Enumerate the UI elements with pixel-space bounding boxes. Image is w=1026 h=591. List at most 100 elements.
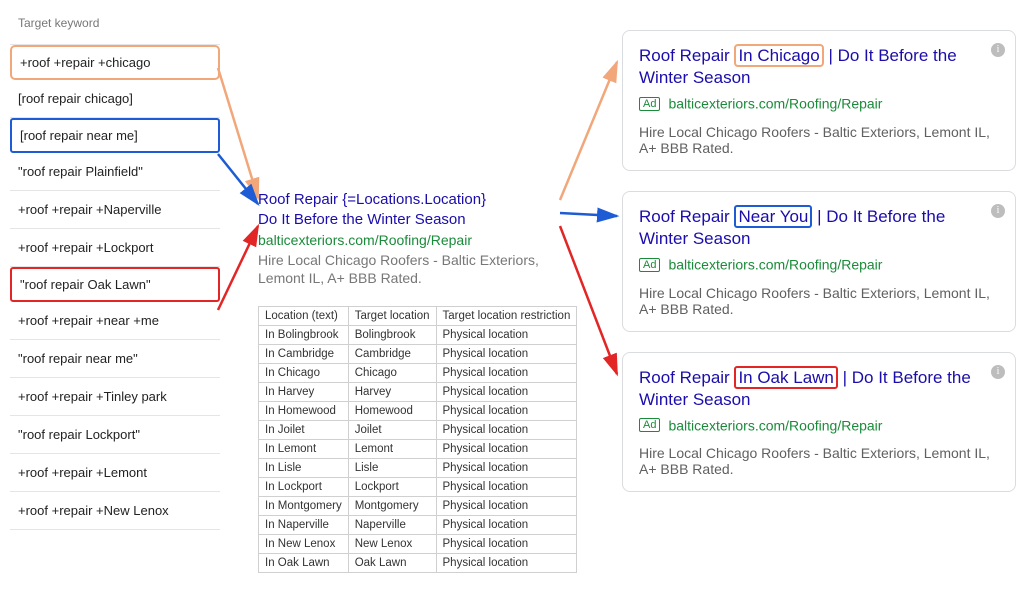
table-header: Target location restriction [436,306,577,325]
keyword-item[interactable]: +roof +repair +Tinley park [10,378,220,416]
info-icon[interactable]: i [991,365,1005,379]
ad-meta: Ad balticexteriors.com/Roofing/Repair [639,256,999,273]
ad-template: Roof Repair {=Locations.Location} Do It … [258,190,558,288]
table-row: In NapervilleNapervillePhysical location [259,515,577,534]
info-icon[interactable]: i [991,43,1005,57]
keyword-list: +roof +repair +chicago[roof repair chica… [10,44,220,530]
arrow-blue-left [218,154,258,204]
ad-badge: Ad [639,258,660,272]
table-cell: In Oak Lawn [259,553,349,572]
table-cell: Chicago [348,363,436,382]
ad-template-title2: Do It Before the Winter Season [258,210,558,230]
table-cell: Lemont [348,439,436,458]
table-cell: Physical location [436,325,577,344]
keyword-header: Target keyword [10,10,220,44]
table-row: In MontgomeryMontgomeryPhysical location [259,496,577,515]
table-cell: Cambridge [348,344,436,363]
ad-title[interactable]: Roof Repair Near You | Do It Before the … [639,206,999,250]
keyword-item[interactable]: [roof repair chicago] [10,80,220,118]
table-header: Target location [348,306,436,325]
ad-title-highlight: In Chicago [734,44,823,67]
ad-description: Hire Local Chicago Roofers - Baltic Exte… [639,124,999,156]
table-row: In Oak LawnOak LawnPhysical location [259,553,577,572]
table-header: Location (text) [259,306,349,325]
keyword-item[interactable]: +roof +repair +chicago [10,45,220,80]
location-table: Location (text)Target locationTarget loc… [258,306,577,573]
table-cell: In Harvey [259,382,349,401]
info-icon[interactable]: i [991,204,1005,218]
table-cell: Lockport [348,477,436,496]
table-cell: In Lockport [259,477,349,496]
ad-title[interactable]: Roof Repair In Chicago | Do It Before th… [639,45,999,89]
ad-badge: Ad [639,418,660,432]
arrow-blue-right [560,213,617,216]
ad-badge: Ad [639,97,660,111]
keyword-item[interactable]: +roof +repair +near +me [10,302,220,340]
table-cell: In Lisle [259,458,349,477]
ad-display-url[interactable]: balticexteriors.com/Roofing/Repair [668,417,882,433]
arrow-orange-left [218,68,258,198]
ad-meta: Ad balticexteriors.com/Roofing/Repair [639,95,999,112]
ad-template-title1: Roof Repair {=Locations.Location} [258,190,558,210]
table-row: In JoiletJoiletPhysical location [259,420,577,439]
table-row: In BolingbrookBolingbrookPhysical locati… [259,325,577,344]
arrow-red-left [218,226,258,310]
table-cell: In Joilet [259,420,349,439]
keyword-item[interactable]: +roof +repair +Lockport [10,229,220,267]
table-row: In HomewoodHomewoodPhysical location [259,401,577,420]
ad-title-highlight: Near You [734,205,812,228]
table-cell: In Cambridge [259,344,349,363]
ad-meta: Ad balticexteriors.com/Roofing/Repair [639,417,999,434]
ad-card: iRoof Repair In Chicago | Do It Before t… [622,30,1016,171]
table-row: In HarveyHarveyPhysical location [259,382,577,401]
keyword-item[interactable]: [roof repair near me] [10,118,220,153]
table-cell: Joilet [348,420,436,439]
table-cell: In Chicago [259,363,349,382]
keyword-item[interactable]: "roof repair Oak Lawn" [10,267,220,302]
ad-template-desc: Hire Local Chicago Roofers - Baltic Exte… [258,251,558,287]
table-cell: Oak Lawn [348,553,436,572]
table-cell: Physical location [436,363,577,382]
table-cell: New Lenox [348,534,436,553]
table-row: In LockportLockportPhysical location [259,477,577,496]
arrow-orange-right [560,62,617,200]
table-cell: Physical location [436,458,577,477]
table-cell: Montgomery [348,496,436,515]
table-cell: Homewood [348,401,436,420]
table-cell: Physical location [436,534,577,553]
table-cell: Physical location [436,344,577,363]
table-row: In LisleLislePhysical location [259,458,577,477]
ad-template-url: balticexteriors.com/Roofing/Repair [258,231,558,249]
table-cell: Physical location [436,553,577,572]
table-cell: In Montgomery [259,496,349,515]
table-cell: In Lemont [259,439,349,458]
ad-description: Hire Local Chicago Roofers - Baltic Exte… [639,445,999,477]
ad-display-url[interactable]: balticexteriors.com/Roofing/Repair [668,96,882,112]
center-column: Roof Repair {=Locations.Location} Do It … [258,190,558,573]
ad-card: iRoof Repair Near You | Do It Before the… [622,191,1016,332]
ad-title[interactable]: Roof Repair In Oak Lawn | Do It Before t… [639,367,999,411]
table-row: In New LenoxNew LenoxPhysical location [259,534,577,553]
keyword-item[interactable]: "roof repair Plainfield" [10,153,220,191]
table-cell: Physical location [436,515,577,534]
ad-title-highlight: In Oak Lawn [734,366,837,389]
keyword-item[interactable]: +roof +repair +New Lenox [10,492,220,530]
keyword-item[interactable]: "roof repair near me" [10,340,220,378]
ads-column: iRoof Repair In Chicago | Do It Before t… [622,30,1016,512]
table-cell: Physical location [436,496,577,515]
keyword-item[interactable]: "roof repair Lockport" [10,416,220,454]
ad-display-url[interactable]: balticexteriors.com/Roofing/Repair [668,257,882,273]
table-row: In ChicagoChicagoPhysical location [259,363,577,382]
keyword-item[interactable]: +roof +repair +Lemont [10,454,220,492]
table-cell: In Bolingbrook [259,325,349,344]
table-cell: Physical location [436,382,577,401]
table-cell: Naperville [348,515,436,534]
table-cell: In Naperville [259,515,349,534]
table-cell: In New Lenox [259,534,349,553]
keyword-column: Target keyword +roof +repair +chicago[ro… [10,10,220,530]
ad-card: iRoof Repair In Oak Lawn | Do It Before … [622,352,1016,493]
table-cell: Physical location [436,420,577,439]
keyword-item[interactable]: +roof +repair +Naperville [10,191,220,229]
ad-description: Hire Local Chicago Roofers - Baltic Exte… [639,285,999,317]
table-row: In CambridgeCambridgePhysical location [259,344,577,363]
